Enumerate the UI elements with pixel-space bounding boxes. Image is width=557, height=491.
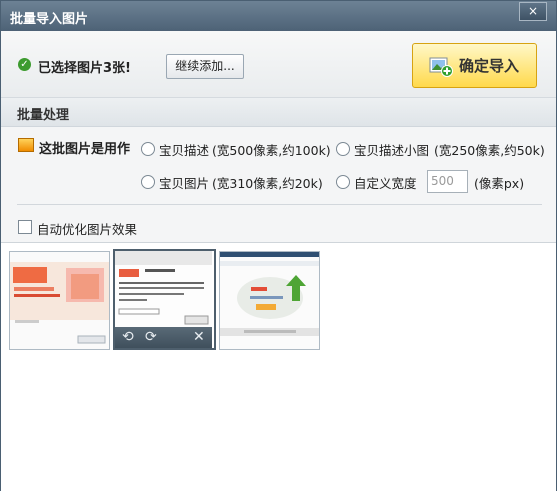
success-check-icon: ✓: [18, 58, 31, 71]
import-image-icon: [429, 57, 453, 77]
use-as-label: 这批图片是用作: [39, 142, 131, 157]
radio-item-image[interactable]: [141, 175, 155, 189]
thumbnail-toolbar: ⟲ ⟳ ✕: [115, 327, 212, 348]
batch-section-title: 批量处理: [17, 108, 70, 123]
image-gallery: ⟲ ⟳ ✕: [1, 242, 556, 491]
thumbnail-1[interactable]: [9, 251, 110, 350]
thumbnail-3[interactable]: [219, 251, 320, 350]
thumbnail-1-image: [10, 252, 109, 349]
option-description-small-hint: (宽250像素,约50k): [434, 143, 545, 158]
rotate-right-icon[interactable]: ⟳: [145, 329, 157, 346]
option-description-label: 宝贝描述: [159, 143, 210, 158]
section-divider: [17, 204, 542, 205]
batch-section-header: 批量处理: [1, 98, 556, 127]
display-icon: [18, 138, 34, 152]
title-bar: 批量导入图片 ×: [1, 1, 556, 31]
option-description-hint: (宽500像素,约100k): [212, 143, 331, 158]
selected-count-text: 已选择图片3张!: [38, 61, 131, 76]
radio-custom-width[interactable]: [336, 175, 350, 189]
radio-description[interactable]: [141, 142, 155, 156]
thumbnail-3-image: [220, 252, 319, 349]
auto-optimize-checkbox[interactable]: [18, 220, 32, 234]
confirm-import-button[interactable]: 确定导入: [412, 43, 537, 88]
custom-width-input[interactable]: 500: [427, 170, 468, 193]
auto-optimize-label: 自动优化图片效果: [37, 222, 138, 237]
delete-icon[interactable]: ✕: [193, 329, 205, 346]
option-item-image-hint: (宽310像素,约20k): [212, 176, 323, 191]
option-item-image-label: 宝贝图片: [159, 176, 210, 191]
thumbnail-2[interactable]: ⟲ ⟳ ✕: [113, 249, 216, 350]
thumbnail-2-image: [115, 251, 212, 328]
window-title: 批量导入图片: [10, 12, 89, 27]
batch-import-dialog: 批量导入图片 × ✓ 已选择图片3张! 继续添加... 确定导入 批量处理 这批…: [0, 0, 557, 491]
option-description-small-label: 宝贝描述小图: [354, 143, 430, 158]
selection-bar: ✓ 已选择图片3张! 继续添加... 确定导入: [1, 31, 556, 98]
custom-width-unit: (像素px): [474, 176, 525, 191]
confirm-import-label: 确定导入: [459, 57, 520, 75]
continue-add-button[interactable]: 继续添加...: [166, 54, 244, 79]
radio-description-small[interactable]: [336, 142, 350, 156]
option-custom-width-label: 自定义宽度: [354, 176, 417, 191]
close-button[interactable]: ×: [519, 2, 547, 21]
rotate-left-icon[interactable]: ⟲: [122, 329, 134, 346]
